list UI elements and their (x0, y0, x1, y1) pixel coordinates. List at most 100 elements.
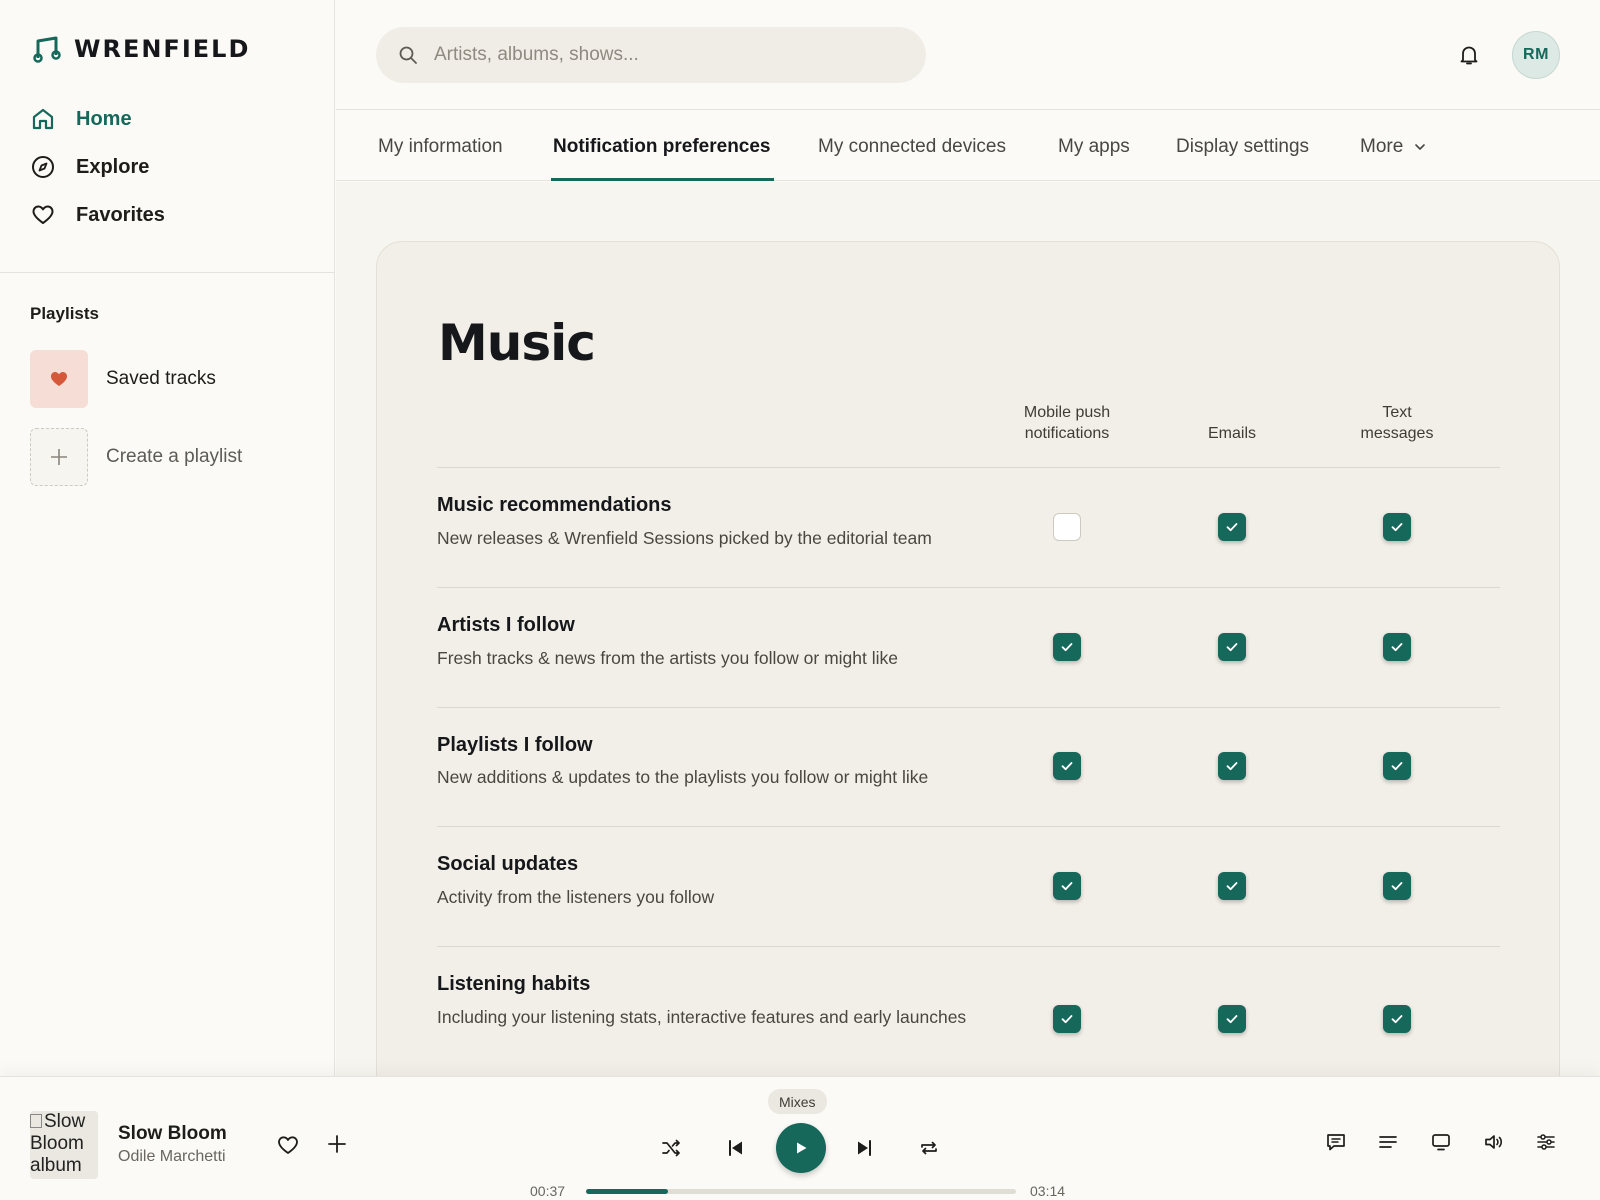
next-track-icon[interactable] (854, 1137, 876, 1159)
home-icon (32, 108, 54, 130)
checkbox-playlists-text[interactable] (1383, 752, 1411, 780)
notifications-bell-icon[interactable] (1456, 42, 1482, 68)
saved-tracks-label: Saved tracks (106, 368, 216, 389)
sidebar-divider (0, 272, 335, 273)
checkmark-icon (1226, 882, 1238, 891)
row-description: Activity from the listeners you follow (437, 887, 715, 907)
checkbox-artists-text[interactable] (1383, 633, 1411, 661)
equalizer-settings-icon[interactable] (1535, 1131, 1557, 1153)
checkmark-icon (1391, 1015, 1403, 1024)
checkmark-icon (1061, 882, 1073, 891)
plus-icon (30, 428, 88, 486)
checkbox-listening-push[interactable] (1053, 1005, 1081, 1033)
checkmark-icon (1391, 643, 1403, 652)
track-title[interactable]: Slow Bloom (118, 1123, 227, 1145)
progress-bar[interactable] (586, 1189, 1016, 1194)
row-description: Fresh tracks & news from the artists you… (437, 648, 898, 668)
checkmark-icon (1226, 643, 1238, 652)
checkbox-playlists-email[interactable] (1218, 752, 1246, 780)
nav-home-label: Home (76, 107, 132, 130)
column-header-push-line1: Mobile push (1023, 404, 1111, 421)
compass-icon (32, 156, 54, 178)
nav-favorites[interactable]: Favorites (30, 202, 165, 228)
checkbox-music-recommendations-push[interactable] (1053, 513, 1081, 541)
settings-tabs: My information Notification preferences … (336, 110, 1600, 181)
column-header-emails: Emails (1207, 425, 1256, 442)
playback-context-badge[interactable]: Mixes (768, 1089, 827, 1114)
row-divider (437, 826, 1500, 827)
checkmark-icon (1391, 523, 1403, 532)
checkmark-icon (1226, 762, 1238, 771)
queue-icon[interactable] (1377, 1131, 1399, 1153)
tab-my-apps[interactable]: My apps (1058, 136, 1130, 158)
top-bar: RM (336, 0, 1600, 110)
checkbox-social-push[interactable] (1053, 872, 1081, 900)
logo[interactable]: WRENFIELD (32, 34, 250, 64)
devices-icon[interactable] (1430, 1131, 1452, 1153)
checkbox-listening-email[interactable] (1218, 1005, 1246, 1033)
play-button[interactable] (776, 1123, 826, 1173)
broken-image-icon (30, 1114, 42, 1128)
repeat-icon[interactable] (918, 1137, 940, 1159)
play-icon (797, 1142, 807, 1154)
tab-more-label: More (1360, 136, 1404, 157)
saved-tracks-thumbnail (30, 350, 88, 408)
user-avatar[interactable]: RM (1512, 31, 1560, 79)
playlist-saved-tracks[interactable]: Saved tracks (30, 350, 216, 408)
create-playlist-button[interactable]: Create a playlist (30, 428, 242, 486)
music-note-logo-icon (33, 36, 61, 63)
checkmark-icon (1226, 1015, 1238, 1024)
heart-icon (51, 372, 67, 386)
nav-home[interactable]: Home (30, 106, 132, 132)
row-divider (437, 707, 1500, 708)
chevron-down-icon (1415, 144, 1426, 150)
album-art[interactable]: Slow Bloom album (30, 1111, 98, 1179)
app-name: WRENFIELD (74, 35, 251, 63)
playlists-heading: Playlists (30, 304, 99, 323)
search-bar[interactable] (376, 27, 926, 83)
time-elapsed: 00:37 (530, 1183, 566, 1199)
checkbox-playlists-push[interactable] (1053, 752, 1081, 780)
checkmark-icon (1391, 762, 1403, 771)
row-description: New releases & Wrenfield Sessions picked… (437, 528, 932, 548)
checkbox-music-recommendations-text[interactable] (1383, 513, 1411, 541)
track-artist[interactable]: Odile Marchetti (118, 1148, 226, 1166)
player-bar: Slow Bloom album Slow Bloom Odile Marche… (0, 1076, 1600, 1200)
tab-more[interactable]: More (1360, 136, 1427, 158)
nav-explore-label: Explore (76, 155, 150, 178)
checkmark-icon (1061, 1015, 1073, 1024)
checkbox-listening-text[interactable] (1383, 1005, 1411, 1033)
checkbox-social-email[interactable] (1218, 872, 1246, 900)
shuffle-icon[interactable] (660, 1137, 682, 1159)
row-title: Music recommendations (437, 494, 672, 516)
music-preferences-card: Music Mobile push notifications Emails T… (376, 241, 1560, 1101)
section-title: Music (438, 314, 596, 372)
column-header-text-line1: Text (1382, 404, 1412, 421)
row-description: Including your listening stats, interact… (437, 1007, 967, 1027)
checkmark-icon (1226, 523, 1238, 532)
volume-icon[interactable] (1483, 1131, 1505, 1153)
checkbox-artists-email[interactable] (1218, 633, 1246, 661)
tab-display-settings[interactable]: Display settings (1176, 136, 1309, 158)
checkmark-icon (1391, 882, 1403, 891)
checkmark-icon (1061, 762, 1073, 771)
search-icon (399, 46, 417, 64)
like-heart-icon[interactable] (276, 1133, 300, 1157)
tab-my-connected-devices[interactable]: My connected devices (818, 136, 1006, 158)
search-input[interactable] (434, 44, 874, 66)
checkbox-social-text[interactable] (1383, 872, 1411, 900)
heart-outline-icon (32, 205, 54, 224)
tab-notification-preferences[interactable]: Notification preferences (553, 136, 771, 158)
active-tab-indicator (551, 178, 774, 181)
tab-my-information[interactable]: My information (378, 136, 503, 158)
checkbox-music-recommendations-email[interactable] (1218, 513, 1246, 541)
previous-track-icon[interactable] (724, 1137, 746, 1159)
nav-explore[interactable]: Explore (30, 154, 149, 180)
add-to-playlist-plus-icon[interactable] (326, 1133, 348, 1155)
row-title: Playlists I follow (437, 734, 593, 756)
row-divider (437, 467, 1500, 468)
checkbox-artists-push[interactable] (1053, 633, 1081, 661)
column-header-push-line2: notifications (1024, 425, 1110, 442)
row-title: Listening habits (437, 973, 591, 995)
lyrics-icon[interactable] (1325, 1131, 1347, 1153)
